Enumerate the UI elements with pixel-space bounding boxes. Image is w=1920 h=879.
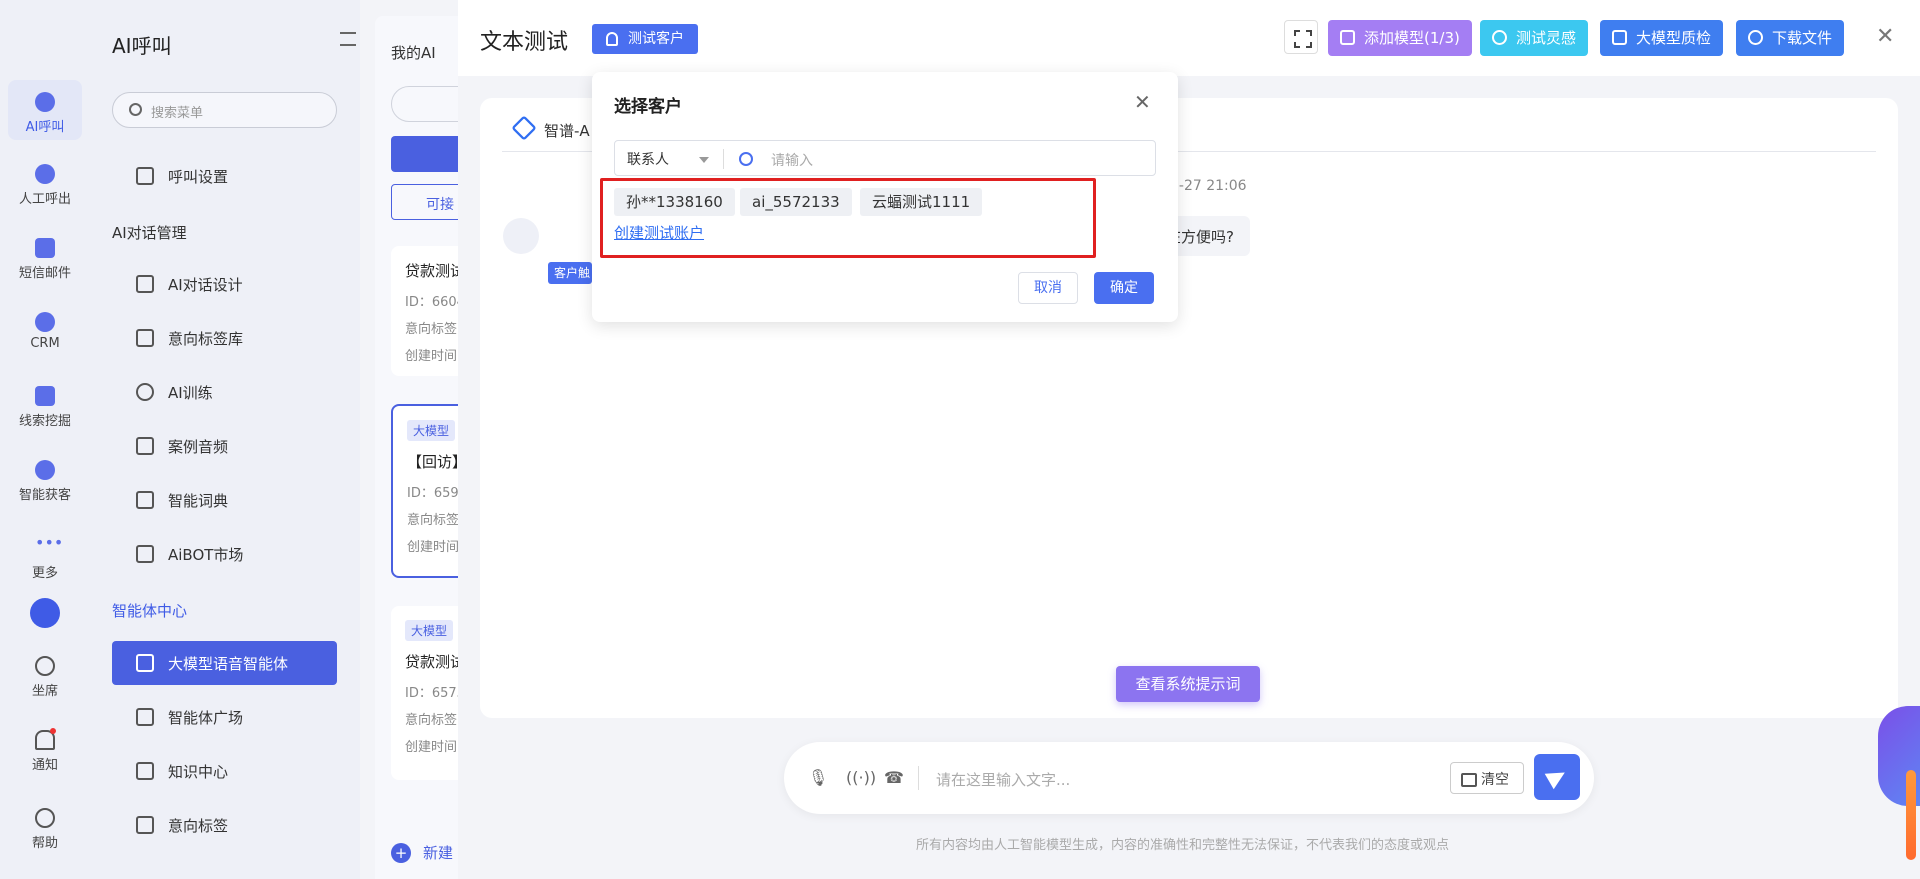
download-file-button[interactable]: 下载文件 <box>1736 20 1845 56</box>
headset-icon <box>35 164 55 184</box>
cassette-icon <box>136 437 154 455</box>
bot-avatar <box>503 218 539 254</box>
grid-plus-icon <box>1340 30 1355 45</box>
app-rail: AI呼叫 人工呼出 短信邮件 CRM 线索挖掘 智能获客 ••• 更多 坐席 通… <box>0 0 90 879</box>
add-model-button[interactable]: 添加模型(1/3) <box>1328 20 1472 56</box>
message-timestamp: 3-27 21:06 <box>1170 178 1247 194</box>
dialog-title: 选择客户 <box>614 97 682 117</box>
rail-avatar[interactable] <box>0 598 90 632</box>
crm-icon <box>35 312 55 332</box>
ai-call-icon <box>35 92 55 112</box>
model-logo-icon <box>511 115 537 141</box>
fullscreen-icon[interactable] <box>1284 20 1318 54</box>
rail-item-sms-mail[interactable]: 短信邮件 <box>0 238 90 281</box>
field-type-select[interactable]: 联系人 <box>627 149 669 169</box>
drawer-title: 文本测试 <box>480 30 569 55</box>
message-icon <box>35 238 55 258</box>
headphone-icon <box>35 656 55 676</box>
customer-search-box: 联系人 请输入 <box>614 140 1156 176</box>
help-icon <box>35 808 55 828</box>
view-system-prompt-button[interactable]: 查看系统提示词 <box>1116 666 1260 702</box>
sliders-icon <box>136 167 154 185</box>
chevron-down-icon[interactable] <box>699 157 709 163</box>
rail-item-acquisition[interactable]: 智能获客 <box>0 460 90 503</box>
rail-item-crm[interactable]: CRM <box>0 312 90 351</box>
lightbulb-icon <box>1492 30 1507 45</box>
side-nav: AI呼叫 搜索菜单 呼叫设置 AI对话管理 AI对话设计 意向标签库 AI训练 … <box>90 0 360 879</box>
llm-qc-button[interactable]: 大模型质检 <box>1600 20 1724 56</box>
hangup-icon[interactable]: ☎ <box>884 768 904 788</box>
target-icon <box>35 460 55 480</box>
confirm-button[interactable]: 确定 <box>1094 272 1154 304</box>
avatar <box>30 598 60 628</box>
training-icon <box>136 383 154 401</box>
nav-item-knowledge[interactable]: 知识中心 <box>112 749 337 793</box>
highlight-box <box>600 178 1096 258</box>
broadcast-icon[interactable]: ((·)) <box>846 768 876 788</box>
rail-item-help[interactable]: 帮助 <box>0 808 90 851</box>
document-icon <box>35 386 55 406</box>
nav-item-case-audio[interactable]: 案例音频 <box>112 424 337 468</box>
collapse-menu-icon[interactable] <box>340 32 356 46</box>
notification-dot <box>50 728 56 734</box>
nav-group-agent: 智能体中心 <box>112 602 188 620</box>
chat-icon <box>136 654 154 672</box>
tag-icon <box>136 329 154 347</box>
nav-title: AI呼叫 <box>112 34 172 58</box>
rail-item-more[interactable]: ••• 更多 <box>0 533 90 582</box>
nav-item-ai-training[interactable]: AI训练 <box>112 370 337 414</box>
send-button[interactable] <box>1534 754 1580 800</box>
store-icon <box>136 708 154 726</box>
nav-item-dialog-design[interactable]: AI对话设计 <box>112 262 337 306</box>
close-dialog-icon[interactable]: ✕ <box>1134 90 1151 114</box>
chat-text-input[interactable]: 请在这里输入文字... <box>936 769 1070 790</box>
cube-icon <box>1612 30 1627 45</box>
test-inspiration-button[interactable]: 测试灵感 <box>1480 20 1589 56</box>
rail-item-notify[interactable]: 通知 <box>0 728 90 773</box>
customer-tag: 客户触 <box>548 262 592 284</box>
user-icon <box>606 32 618 46</box>
tag-icon <box>136 816 154 834</box>
nav-item-tag-library[interactable]: 意向标签库 <box>112 316 337 360</box>
ai-disclaimer: 所有内容均由人工智能模型生成，内容的准确性和完整性无法保证，不代表我们的态度或观… <box>916 838 1450 853</box>
new-agent-button[interactable]: + 新建 <box>391 842 453 863</box>
assistant-side-bar[interactable] <box>1906 770 1916 860</box>
nav-item-dictionary[interactable]: 智能词典 <box>112 478 337 522</box>
plus-icon: + <box>391 843 411 863</box>
cancel-button[interactable]: 取消 <box>1018 272 1078 304</box>
rail-item-ai-call[interactable]: AI呼叫 <box>8 80 82 140</box>
customer-search-input[interactable]: 请输入 <box>771 150 813 170</box>
nav-group-dialog: AI对话管理 <box>112 224 187 242</box>
market-icon <box>136 545 154 563</box>
book-icon <box>136 491 154 509</box>
pen-icon <box>136 275 154 293</box>
nav-item-llm-voice-agent[interactable]: 大模型语音智能体 <box>112 641 337 685</box>
nav-item-aibot-market[interactable]: AiBOT市场 <box>112 532 337 576</box>
more-dots-icon: ••• <box>35 533 64 552</box>
open-book-icon <box>136 762 154 780</box>
cloud-download-icon <box>1748 30 1763 45</box>
rail-item-seat[interactable]: 坐席 <box>0 656 90 699</box>
drawer-header: 文本测试 测试客户 添加模型(1/3) 测试灵感 大模型质检 下载文件 ✕ <box>458 0 1920 76</box>
test-customer-button[interactable]: 测试客户 <box>592 24 698 54</box>
nav-item-intent-tag[interactable]: 意向标签 <box>112 803 337 847</box>
menu-search-input[interactable]: 搜索菜单 <box>112 92 337 128</box>
rail-item-leads[interactable]: 线索挖掘 <box>0 386 90 429</box>
chat-input-bar: 🎙 ((·)) ☎ 请在这里输入文字... 清空 <box>784 742 1594 814</box>
nav-item-call-settings[interactable]: 呼叫设置 <box>112 154 337 198</box>
nav-item-agent-plaza[interactable]: 智能体广场 <box>112 695 337 739</box>
search-icon <box>739 152 753 166</box>
clear-button[interactable]: 清空 <box>1450 762 1524 794</box>
mic-off-icon[interactable]: 🎙 <box>808 768 828 788</box>
close-drawer-icon[interactable]: ✕ <box>1876 24 1894 49</box>
my-ai-dropdown[interactable]: 我的AI <box>391 42 436 63</box>
rail-item-manual-call[interactable]: 人工呼出 <box>0 164 90 207</box>
search-icon <box>129 103 142 116</box>
